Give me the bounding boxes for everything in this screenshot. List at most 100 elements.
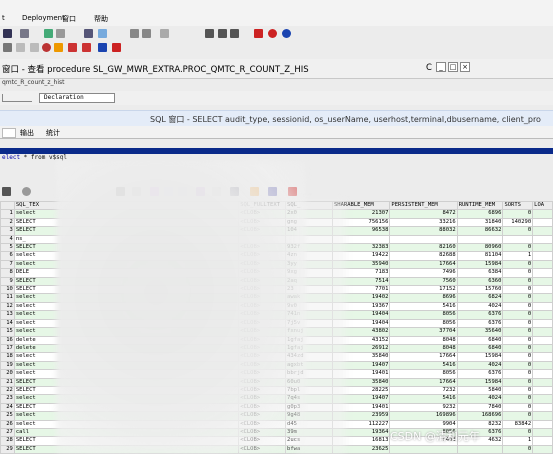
menu-deployment[interactable]: Deployment xyxy=(22,14,65,22)
table-cell[interactable]: 6376 xyxy=(456,318,504,329)
close-button[interactable]: × xyxy=(460,62,470,72)
minimize-button[interactable]: _ xyxy=(436,62,446,72)
table-cell[interactable]: 5416 xyxy=(389,394,458,404)
table-cell[interactable]: 0 xyxy=(502,293,534,303)
table-cell[interactable]: 4024 xyxy=(456,301,504,312)
table-cell[interactable] xyxy=(532,385,553,396)
table-cell[interactable] xyxy=(456,234,504,245)
table-cell[interactable]: 15760 xyxy=(456,285,504,295)
table-cell[interactable]: 83842 xyxy=(502,419,534,429)
row-number[interactable]: 1 xyxy=(0,209,15,219)
table-cell[interactable]: 0 xyxy=(502,318,534,329)
table-cell[interactable] xyxy=(532,318,553,329)
table-cell[interactable]: 5416 xyxy=(389,360,458,371)
table-cell[interactable] xyxy=(532,360,553,371)
table-cell[interactable]: 0 xyxy=(502,335,534,345)
stop-icon[interactable] xyxy=(254,29,263,38)
delete-icon[interactable] xyxy=(82,43,91,52)
window-icon[interactable] xyxy=(205,29,214,38)
table-cell[interactable]: 0 xyxy=(502,427,534,438)
table-cell[interactable]: 0 xyxy=(502,285,534,295)
table-cell[interactable]: 140290 xyxy=(502,217,534,228)
tile-icon[interactable] xyxy=(218,29,227,38)
table-cell[interactable]: 169896 xyxy=(389,411,458,421)
table-cell[interactable]: 0 xyxy=(502,209,534,219)
table-cell[interactable]: 8696 xyxy=(389,293,458,303)
bug-icon[interactable] xyxy=(42,43,51,52)
table-cell[interactable]: 15984 xyxy=(456,259,504,270)
table-cell[interactable]: 0 xyxy=(502,310,534,320)
table-cell[interactable] xyxy=(502,234,534,245)
table-cell[interactable] xyxy=(532,402,553,413)
table-cell[interactable]: 0 xyxy=(502,243,534,253)
table-cell[interactable]: 0 xyxy=(502,394,534,404)
table-cell[interactable]: 7560 xyxy=(389,276,458,287)
table-cell[interactable] xyxy=(532,335,553,345)
column-header[interactable] xyxy=(0,201,15,211)
diamond-icon[interactable] xyxy=(30,43,39,52)
table-cell[interactable]: 6840 xyxy=(456,335,504,345)
save-icon[interactable] xyxy=(98,29,107,38)
table-cell[interactable] xyxy=(532,327,553,337)
row-number[interactable]: 25 xyxy=(0,411,15,421)
table-cell[interactable]: 8472 xyxy=(389,209,458,219)
table-cell[interactable]: 80960 xyxy=(456,243,504,253)
table-cell[interactable]: 82688 xyxy=(389,251,458,261)
row-number[interactable]: 22 xyxy=(0,385,15,396)
maximize-button[interactable]: □ xyxy=(448,62,458,72)
row-number[interactable]: 26 xyxy=(0,419,15,429)
table-cell[interactable]: 0 xyxy=(502,327,534,337)
table-cell[interactable] xyxy=(532,234,553,245)
row-number[interactable]: 18 xyxy=(0,352,15,362)
row-number[interactable]: 7 xyxy=(0,259,15,270)
menu-t[interactable]: t xyxy=(2,14,5,22)
eraser-icon[interactable] xyxy=(16,43,25,52)
table-cell[interactable]: 0 xyxy=(502,268,534,278)
tab-sql[interactable] xyxy=(2,128,16,138)
table-cell[interactable] xyxy=(532,301,553,312)
column-header[interactable]: SORTS xyxy=(502,201,534,211)
table-cell[interactable]: 6376 xyxy=(456,369,504,379)
table-cell[interactable]: 4024 xyxy=(456,360,504,371)
tab-statistics[interactable]: 统计 xyxy=(46,128,60,138)
table-cell[interactable]: 8056 xyxy=(389,318,458,329)
table-cell[interactable] xyxy=(532,226,553,236)
table-cell[interactable]: 8056 xyxy=(389,310,458,320)
row-number[interactable]: 11 xyxy=(0,293,15,303)
column-header[interactable]: RUNTIME_MEM xyxy=(456,201,504,211)
table-cell[interactable]: 82160 xyxy=(389,243,458,253)
table-cell[interactable] xyxy=(532,276,553,287)
table-cell[interactable] xyxy=(532,377,553,387)
cascade-icon[interactable] xyxy=(230,29,239,38)
row-number[interactable]: 10 xyxy=(0,285,15,295)
table-cell[interactable] xyxy=(532,444,553,454)
table-cell[interactable] xyxy=(532,343,553,354)
column-header[interactable]: LOA xyxy=(532,201,553,211)
row-number[interactable]: 15 xyxy=(0,327,15,337)
table-cell[interactable]: 0 xyxy=(502,369,534,379)
arrow-right-icon[interactable] xyxy=(98,43,107,52)
table-cell[interactable]: 17664 xyxy=(389,377,458,387)
row-number[interactable]: 5 xyxy=(0,243,15,253)
block-icon[interactable] xyxy=(68,43,77,52)
table-cell[interactable] xyxy=(532,268,553,278)
table-cell[interactable]: 0 xyxy=(502,360,534,371)
row-number[interactable]: 2 xyxy=(0,217,15,228)
table-cell[interactable]: 88032 xyxy=(389,226,458,236)
table-cell[interactable] xyxy=(532,209,553,219)
table-cell[interactable]: 0 xyxy=(502,352,534,362)
grid-icon[interactable] xyxy=(2,187,11,196)
copy-icon[interactable] xyxy=(130,29,139,38)
table-cell[interactable] xyxy=(532,369,553,379)
table-cell[interactable] xyxy=(389,444,458,454)
table-cell[interactable] xyxy=(532,310,553,320)
table-cell[interactable]: 31840 xyxy=(456,217,504,228)
cut-icon[interactable] xyxy=(3,43,12,52)
table-cell[interactable] xyxy=(532,251,553,261)
arrow-left-icon[interactable] xyxy=(112,43,121,52)
row-number[interactable]: 27 xyxy=(0,427,15,438)
table-cell[interactable]: 168696 xyxy=(456,411,504,421)
table-cell[interactable]: 5416 xyxy=(389,301,458,312)
find-icon[interactable] xyxy=(20,29,29,38)
step-icon[interactable] xyxy=(56,29,65,38)
